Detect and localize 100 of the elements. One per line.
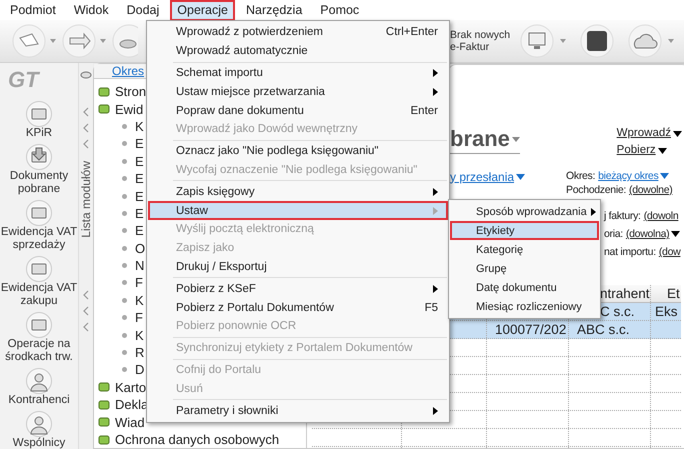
menu-bar-item[interactable]: Widok xyxy=(66,0,116,20)
action-link[interactable]: Pobierz xyxy=(616,142,682,159)
menu-item[interactable]: Etykiety xyxy=(450,221,599,240)
menu-item[interactable]: Grupę xyxy=(450,259,599,278)
action-link[interactable]: Wprowadź xyxy=(616,125,682,142)
filter-label: Pochodzenie: xyxy=(566,184,626,196)
menu-bar-item[interactable]: Operacje xyxy=(170,0,235,20)
tree-item[interactable]: Karto xyxy=(115,380,146,395)
bullet-icon xyxy=(122,280,127,286)
column-header[interactable]: Et xyxy=(667,286,680,301)
caret-icon xyxy=(660,173,670,179)
tree-item[interactable]: N xyxy=(135,258,144,274)
filter-label: Okres: xyxy=(566,170,596,182)
menu-bar-item[interactable]: Dodaj xyxy=(120,0,166,20)
filter-value-link[interactable]: bieżący okres xyxy=(598,170,670,182)
menu-item[interactable]: Ustaw xyxy=(148,201,448,220)
tab-link[interactable]: Okres xyxy=(112,64,144,78)
bullet-icon xyxy=(122,298,127,303)
tree-item[interactable]: Ochrona danych osobowych xyxy=(115,432,280,447)
bullet-icon xyxy=(122,176,127,182)
sidebar-item[interactable]: Wspólnicy xyxy=(0,437,78,449)
menu-item[interactable]: Ustaw miejsce przetwarzania xyxy=(148,82,448,102)
caret-icon xyxy=(516,174,526,180)
download-tray-icon[interactable] xyxy=(25,144,53,170)
tree-item[interactable]: D xyxy=(135,362,144,378)
bullet-icon xyxy=(122,367,127,372)
bullet-icon xyxy=(122,350,127,356)
chevron-left-icon[interactable] xyxy=(82,290,90,300)
menu-item[interactable]: Parametry i słowniki xyxy=(148,401,448,420)
table-cell: Eks xyxy=(655,304,678,319)
bullet-icon xyxy=(122,263,127,268)
tree-item[interactable]: K xyxy=(135,328,144,343)
menu-item[interactable]: Sposób wprowadzania xyxy=(450,202,599,221)
table-cell: ABC s.c. xyxy=(577,322,630,337)
tree-item[interactable]: E xyxy=(135,154,144,169)
tree-item[interactable]: E xyxy=(135,171,144,186)
caret-icon xyxy=(671,231,680,237)
menu-item[interactable]: Drukuj / Eksportuj xyxy=(148,258,448,276)
people-icon[interactable] xyxy=(25,411,53,437)
tree-item[interactable]: F xyxy=(135,310,143,326)
caret-icon xyxy=(658,148,667,154)
bullet-icon xyxy=(122,315,127,320)
filter-value-link[interactable]: (dowoln xyxy=(644,210,678,222)
bullet-icon xyxy=(122,124,127,129)
pin-icon[interactable] xyxy=(80,69,92,81)
sidebar-item[interactable]: Ewidencja VAT sprzedaży xyxy=(0,226,78,252)
tree-item[interactable]: R xyxy=(135,345,144,360)
bullet-icon xyxy=(122,332,127,338)
menu-item[interactable]: Datę dokumentu xyxy=(450,278,599,297)
filter-label: oria: xyxy=(604,228,623,240)
filter-label: nat importu: xyxy=(604,246,656,258)
chevron-left-icon[interactable] xyxy=(82,306,90,316)
filter-link[interactable]: y przesłania xyxy=(450,169,566,184)
tree-item[interactable]: O xyxy=(135,240,146,256)
status-text: Brak nowych e-Faktur xyxy=(450,29,512,53)
sidebar-item[interactable]: Kontrahenci xyxy=(0,394,78,407)
menu-item[interactable]: Oznacz jako "Nie podlega księgowaniu" xyxy=(148,142,448,161)
caret-icon xyxy=(673,130,682,136)
tree-item[interactable]: Ewid xyxy=(115,102,144,117)
tree-item[interactable]: Wiad xyxy=(115,414,145,430)
menu-bar-item[interactable]: Narzędzia xyxy=(239,0,310,20)
table-cell: C s.c. xyxy=(600,304,635,319)
menu-item[interactable]: Miesiąc rozliczeniowy xyxy=(450,297,599,316)
table-cell: 100077/202 xyxy=(495,322,566,337)
sidebar-item[interactable]: Ewidencja VAT zakupu xyxy=(0,282,78,308)
menu-bar-item[interactable]: Podmiot xyxy=(3,0,63,20)
tree-item[interactable]: K xyxy=(135,292,144,308)
sidebar-item[interactable]: Dokumenty pobrane xyxy=(0,170,78,196)
bullet-icon xyxy=(122,210,127,216)
filter-value-link[interactable]: (dow xyxy=(658,246,680,258)
column-header[interactable]: ntrahent xyxy=(600,286,650,301)
tree-item[interactable]: E xyxy=(135,223,144,238)
sidebar-item[interactable]: Operacje na środkach trw. xyxy=(0,338,78,364)
menu-item[interactable]: Schemat importu xyxy=(148,64,448,82)
arrow-right-icon[interactable] xyxy=(62,24,108,58)
menu-item[interactable]: Kategorię xyxy=(450,240,599,259)
filter-value-link[interactable]: (dowolne) xyxy=(629,184,672,196)
menu-item[interactable]: Wprowadź automatycznie xyxy=(148,42,448,61)
tree-item[interactable]: E xyxy=(135,188,144,204)
menu-item[interactable]: Pobierz z KSeF xyxy=(148,279,448,298)
menu-item[interactable]: Popraw dane dokumentu Enter xyxy=(148,101,448,120)
menu-item[interactable]: Pobierz z Portalu Dokumentów F5 xyxy=(148,298,448,317)
module-list-label[interactable]: Lista modułów xyxy=(79,161,93,238)
logo: GT xyxy=(7,66,39,94)
chevron-left-icon[interactable] xyxy=(82,322,90,332)
bullet-icon xyxy=(122,141,127,146)
bullet-icon xyxy=(122,194,127,199)
tree-item[interactable]: Stron xyxy=(115,84,146,100)
menu-item[interactable]: Wprowadź z potwierdzeniem Ctrl+Enter xyxy=(148,23,448,42)
sidebar-item[interactable]: KPiR xyxy=(0,127,78,140)
person-icon[interactable] xyxy=(25,368,53,394)
tree-item[interactable]: F xyxy=(135,275,143,290)
menu-bar-item[interactable]: Pomoc xyxy=(313,0,366,20)
menu-item[interactable]: Zapis księgowy xyxy=(148,182,448,202)
tree-item[interactable]: K xyxy=(135,118,144,134)
tree-item[interactable]: E xyxy=(135,206,144,221)
filter-value-link[interactable]: (dowolna) xyxy=(626,228,680,240)
caret-icon xyxy=(512,136,520,142)
filter-label: j faktury: xyxy=(604,210,641,222)
tree-item[interactable]: E xyxy=(135,136,144,152)
